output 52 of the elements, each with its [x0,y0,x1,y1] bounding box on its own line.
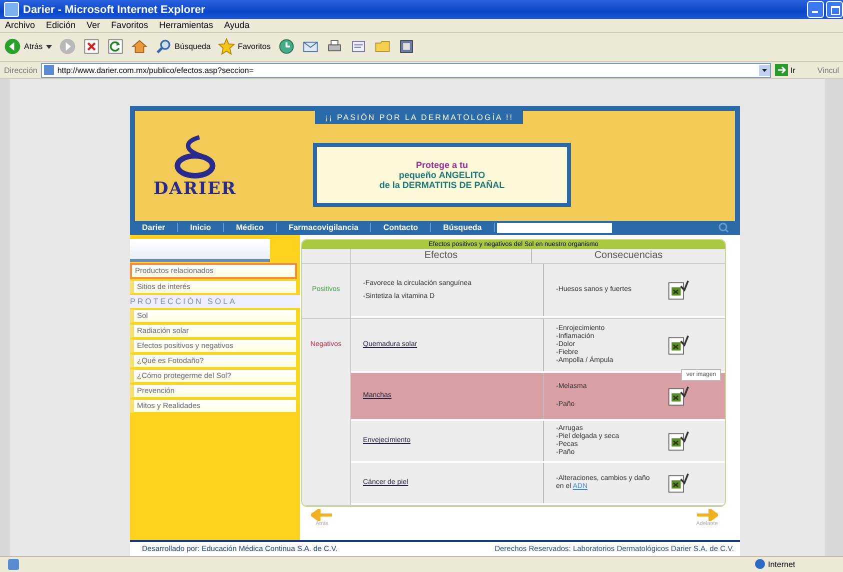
address-field[interactable]: http://www.darier.com.mx/publico/efectos.asp?seccion= [41,62,772,78]
minimize-button[interactable] [807,1,824,18]
search-field[interactable] [496,222,612,233]
menu-item[interactable]: Ayuda [224,20,250,30]
search-button[interactable]: Búsqueda [154,38,211,56]
menu-item[interactable]: Herramientas [159,20,214,30]
logo-icon [173,134,217,179]
image-icon[interactable] [667,430,689,452]
image-icon[interactable] [667,334,689,356]
dropdown-icon[interactable] [759,64,770,76]
nav-link[interactable]: Contacto [371,223,432,232]
restore-button[interactable] [826,1,843,18]
sidebar-heading: PROTECCIÓN SOLA [130,294,300,308]
back-button[interactable]: Atrás [4,38,52,56]
media-icon[interactable] [398,38,415,56]
image-icon[interactable] [667,472,689,494]
nav-link[interactable]: Farmacovigilancia [276,223,372,232]
stop-icon[interactable] [82,38,100,56]
menu-item[interactable]: Edición [46,20,76,30]
refresh-icon[interactable] [106,38,124,56]
image-icon[interactable] [667,384,689,407]
go-button[interactable]: Ir [775,64,806,76]
column-header: Consecuencias [593,248,664,263]
tagline: ¡¡ PASIÓN POR LA DERMATOLOGÍA !! [315,110,524,124]
banner-text: Protege a tu [416,160,468,170]
menu-item[interactable]: Ver [86,20,100,30]
favorites-button[interactable]: Favoritos [218,38,271,56]
menu-item[interactable]: Favoritos [111,20,148,30]
nav-link[interactable]: Búsqueda [431,223,495,232]
home-icon[interactable] [130,38,148,56]
nav-link[interactable]: Inicio [178,223,224,232]
image-icon[interactable] [667,278,689,301]
logo-text: DARIER [153,178,237,199]
go-arrow-icon [775,64,788,76]
banner-text: de la DERMATITIS DE PAÑAL [379,180,505,190]
search-icon [154,38,172,56]
banner-text: pequeño ANGELITO [398,170,486,180]
right-arrow-icon [696,508,718,521]
nav-link[interactable]: Darier [130,223,178,232]
nav-link[interactable]: Médico [224,223,277,232]
window-title: Darier - Microsoft Internet Explorer [23,4,206,16]
star-icon [218,38,235,56]
links-label[interactable]: Vincul [817,66,839,74]
zone-label: Internet [768,560,796,569]
column-header: Efectos [351,248,532,263]
promo-banner[interactable]: Protege a tu pequeño ANGELITO de la DERMATITIS DE PAÑAL [313,142,571,207]
history-icon[interactable] [278,38,295,56]
caret-icon [46,44,52,49]
address-label: Dirección [4,66,38,74]
left-arrow-icon [311,508,333,521]
menu-item[interactable]: Archivo [5,20,36,30]
globe-icon [755,559,765,570]
